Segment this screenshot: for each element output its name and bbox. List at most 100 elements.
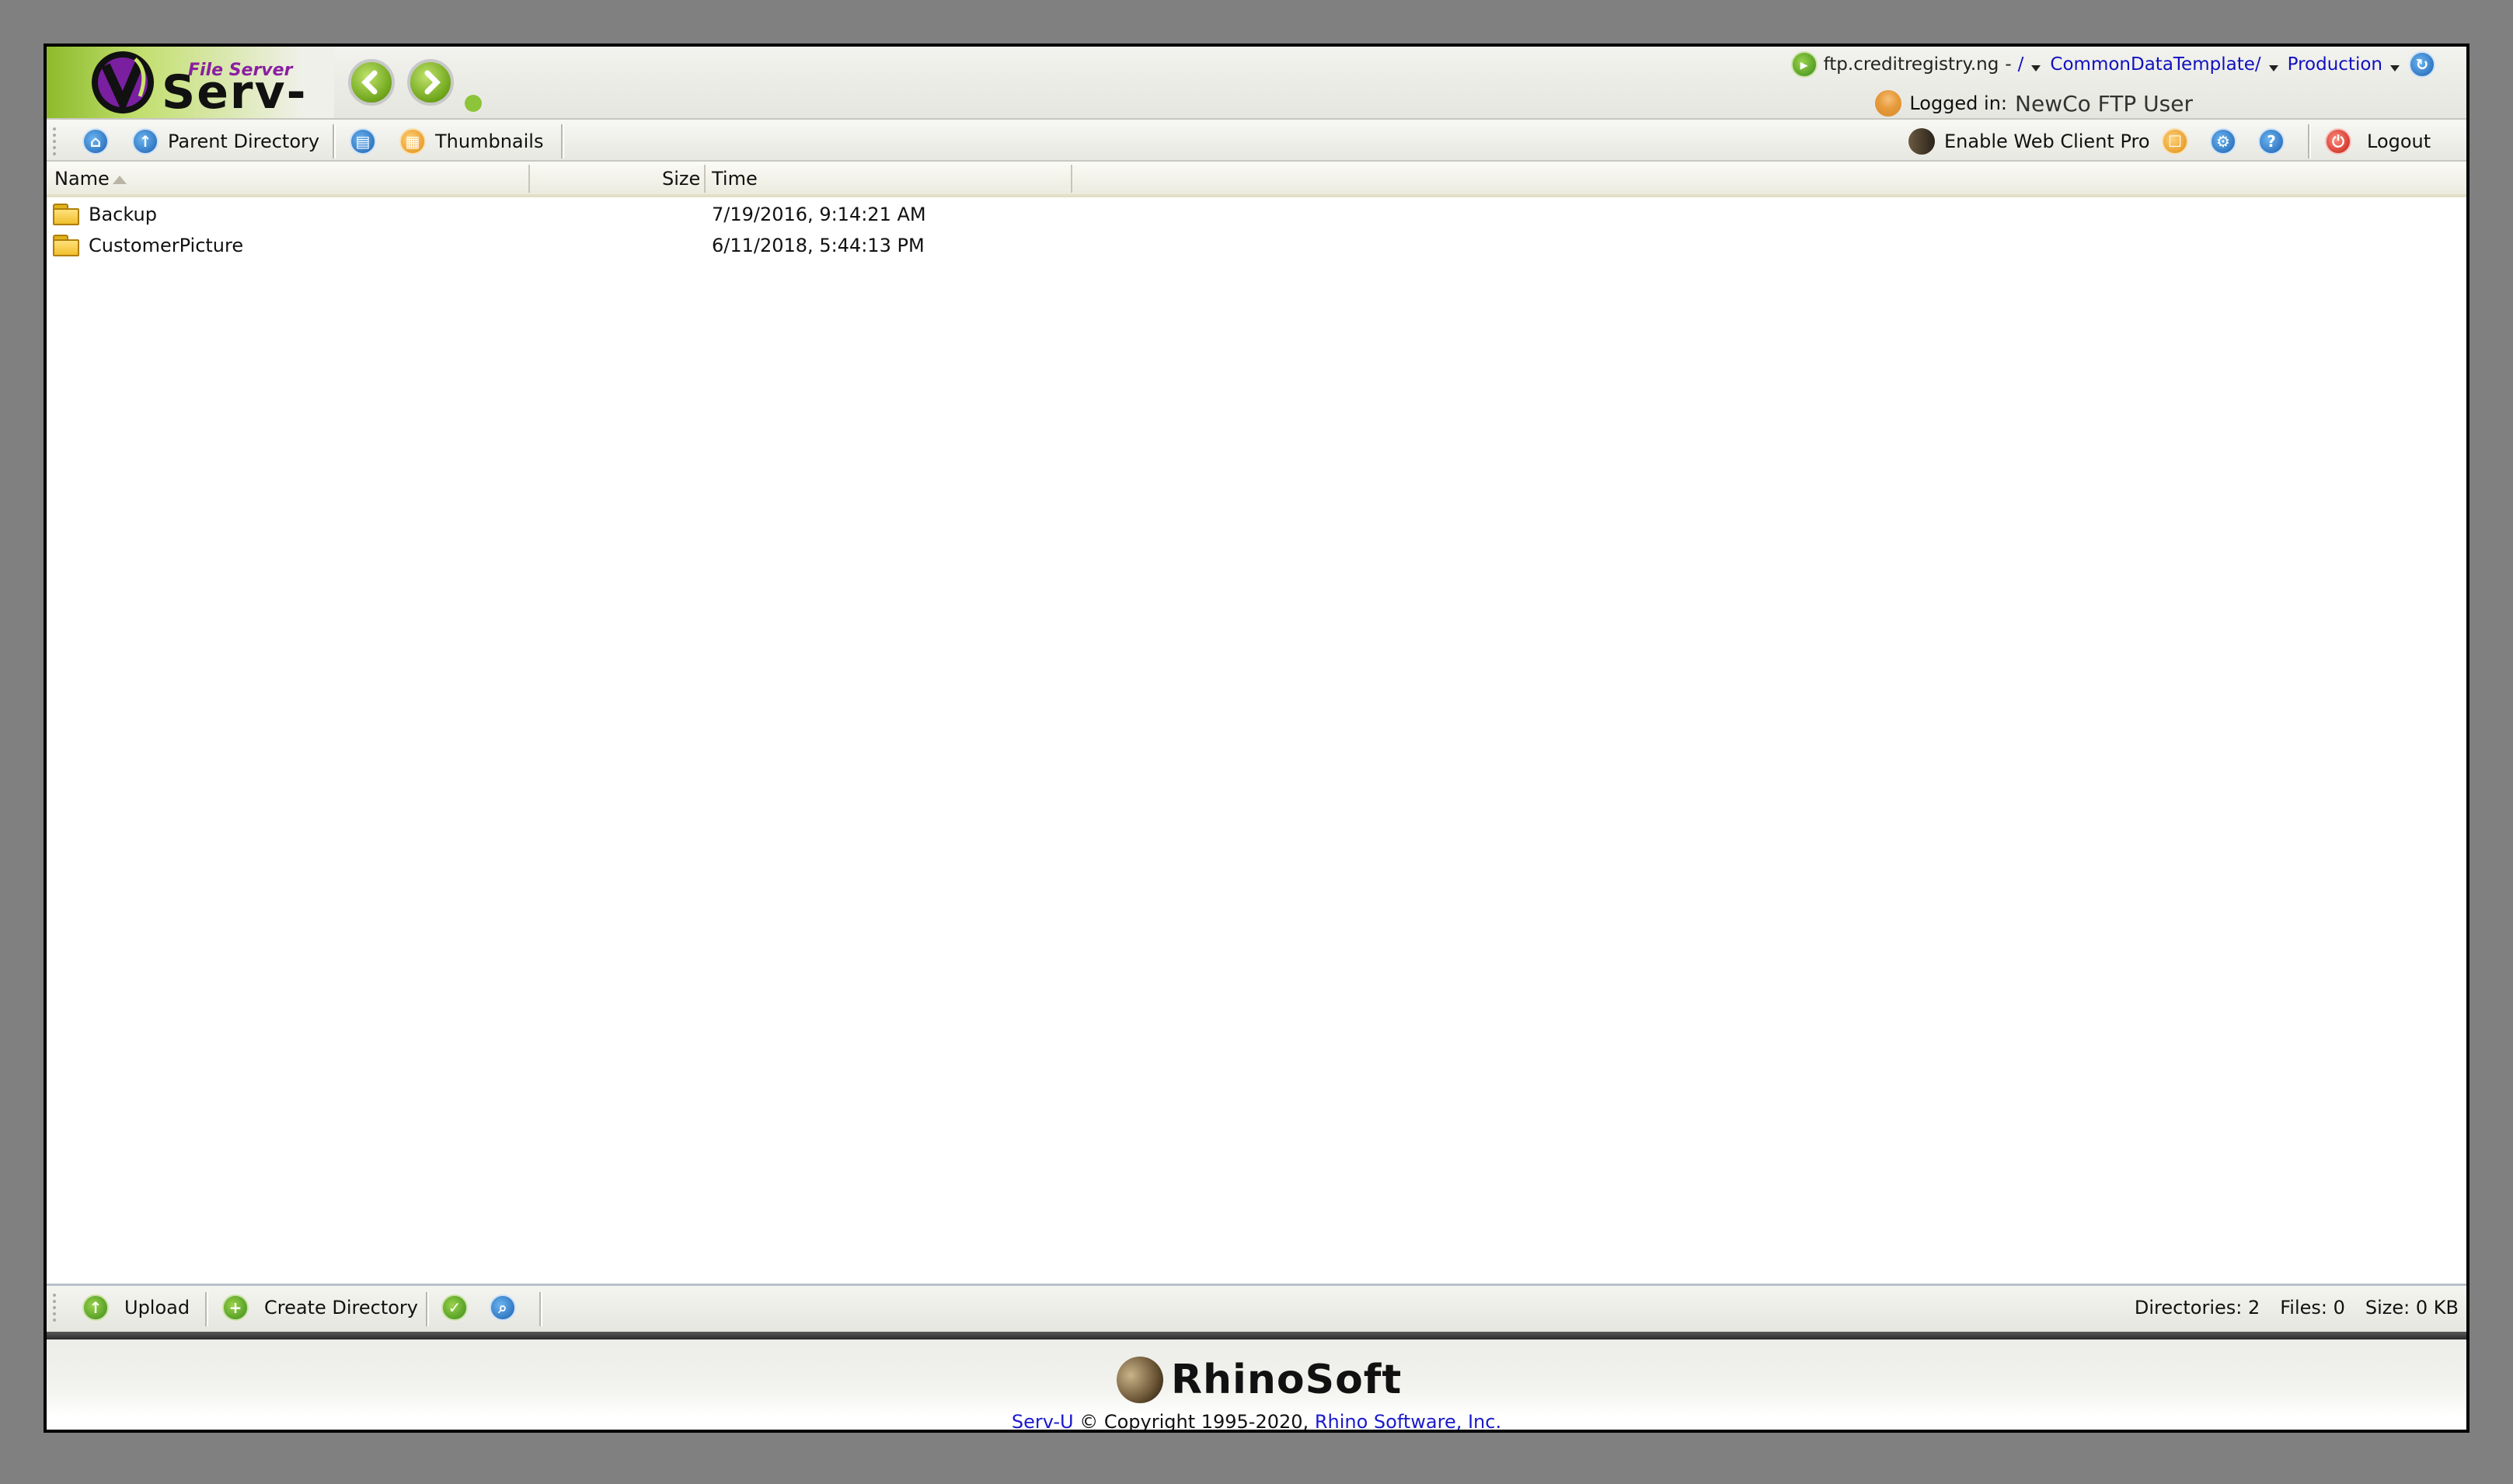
file-name[interactable]: Backup <box>89 204 157 225</box>
column-time-header[interactable]: Time <box>712 168 758 190</box>
path-breadcrumb: ▸ ftp.creditregistry.ng - / CommonDataTe… <box>1790 51 2435 78</box>
bottom-toolbar: ↑ Upload + Create Directory ✓ ⌕ Director… <box>47 1284 2466 1332</box>
copyright: Serv-U © Copyright 1995-2020, Rhino Soft… <box>47 1411 2466 1433</box>
column-size-label: Size <box>662 168 701 190</box>
folder-icon <box>53 204 81 225</box>
header: File Server Serv-U ▸ ftp.creditregistry.… <box>47 47 2466 174</box>
serv-u-link[interactable]: Serv-U <box>1012 1411 1074 1430</box>
home-button[interactable]: ⌂ <box>82 126 109 157</box>
search-icon: ⌕ <box>490 1294 516 1321</box>
file-list-header: Name Size Time <box>47 162 2466 197</box>
preferences-button[interactable]: ☐ <box>2162 126 2188 157</box>
toolbar-divider <box>426 1292 429 1326</box>
column-resizer[interactable] <box>704 165 706 193</box>
files-count: Files: 0 <box>2280 1297 2345 1319</box>
sort-ascending-icon <box>112 175 127 184</box>
create-directory-icon: + <box>222 1294 249 1321</box>
parent-directory-button[interactable]: ↑ Parent Directory <box>132 126 319 157</box>
logged-in-user: NewCo FTP User <box>2015 90 2193 117</box>
refresh-icon[interactable]: ↻ <box>2409 51 2435 78</box>
path-folder-link[interactable]: CommonDataTemplate/ <box>2050 54 2260 75</box>
chevron-down-icon[interactable] <box>2268 65 2278 71</box>
file-time: 6/11/2018, 5:44:13 PM <box>712 235 925 256</box>
select-icon: ✓ <box>441 1294 468 1321</box>
path-separator: - <box>2005 54 2012 75</box>
column-resizer[interactable] <box>528 165 530 193</box>
enable-web-client-pro-label: Enable Web Client Pro <box>1944 131 2150 152</box>
thumbnails-icon: ▦ <box>399 128 426 155</box>
divider <box>47 1332 2466 1339</box>
copyright-text: © Copyright 1995-2020, <box>1079 1411 1309 1433</box>
logout-label: Logout <box>2367 131 2431 152</box>
total-size: Size: 0 KB <box>2365 1297 2459 1319</box>
toolbar-grip[interactable] <box>53 127 59 155</box>
folder-icon <box>53 235 81 256</box>
toolbar-divider <box>205 1292 208 1326</box>
create-directory-button[interactable]: + Create Directory <box>222 1292 418 1323</box>
toolbar-divider <box>333 124 336 159</box>
arrow-left-icon <box>361 70 378 95</box>
preferences-icon: ☐ <box>2162 128 2188 155</box>
enable-web-client-pro-button[interactable]: Enable Web Client Pro <box>1908 126 2150 157</box>
settings-button[interactable]: ⚙ <box>2210 126 2236 157</box>
rhinosoft-brand: RhinoSoft <box>1171 1357 1403 1403</box>
session-info: ▸ ftp.creditregistry.ng - / CommonDataTe… <box>1658 51 2435 117</box>
rhinosoft-logo: RhinoSoft <box>1117 1357 1402 1403</box>
server-host: ftp.creditregistry.ng <box>1823 54 1999 75</box>
view-mode-icon: ▤ <box>350 128 376 155</box>
gear-icon: ⚙ <box>2210 128 2236 155</box>
column-name-header[interactable]: Name <box>54 168 127 190</box>
login-status: Logged in: NewCo FTP User <box>1875 90 2193 117</box>
directories-count: Directories: 2 <box>2134 1297 2260 1319</box>
column-size-header[interactable]: Size <box>662 168 700 190</box>
rhinosoft-logo-icon <box>1117 1357 1163 1403</box>
back-button[interactable] <box>348 59 395 106</box>
status-bar: Directories: 2 Files: 0 Size: 0 KB <box>2135 1297 2459 1319</box>
column-name-label: Name <box>54 168 110 190</box>
toolbar-divider <box>539 1292 542 1326</box>
column-resizer[interactable] <box>1071 165 1072 193</box>
create-directory-label: Create Directory <box>264 1297 418 1319</box>
rhinosoft-icon <box>1908 128 1935 155</box>
search-button[interactable]: ⌕ <box>490 1292 516 1323</box>
file-name[interactable]: CustomerPicture <box>89 235 243 256</box>
web-client-window: File Server Serv-U ▸ ftp.creditregistry.… <box>44 44 2469 1433</box>
chevron-down-icon[interactable] <box>2390 65 2400 71</box>
list-item[interactable]: CustomerPicture 6/11/2018, 5:44:13 PM <box>47 230 2466 261</box>
footer: RhinoSoft Serv-U © Copyright 1995-2020, … <box>47 1339 2466 1433</box>
thumbnails-button[interactable]: ▦ Thumbnails <box>399 126 543 157</box>
help-icon: ? <box>2258 128 2285 155</box>
history-dropdown-icon[interactable] <box>465 95 482 112</box>
select-all-button[interactable]: ✓ <box>441 1292 468 1323</box>
serv-u-logo-icon <box>92 51 154 114</box>
column-time-label: Time <box>712 168 758 190</box>
view-button[interactable]: ▤ <box>350 126 376 157</box>
upload-label: Upload <box>124 1297 190 1319</box>
toolbar-grip[interactable] <box>53 1294 59 1322</box>
toolbar-divider <box>561 124 564 159</box>
serv-u-logo: File Server Serv-U <box>47 47 334 174</box>
parent-directory-icon: ↑ <box>132 128 159 155</box>
user-icon <box>1875 90 1902 117</box>
rhino-software-link[interactable]: Rhino Software, Inc. <box>1315 1411 1501 1430</box>
home-icon: ⌂ <box>82 128 109 155</box>
list-item[interactable]: Backup 7/19/2016, 9:14:21 AM <box>47 199 2466 230</box>
forward-button[interactable] <box>407 59 454 106</box>
logged-in-label: Logged in: <box>1909 92 2008 114</box>
file-list: Backup 7/19/2016, 9:14:21 AM CustomerPic… <box>47 199 2466 1284</box>
server-icon: ▸ <box>1790 51 1818 78</box>
toolbar-divider <box>2308 124 2311 159</box>
thumbnails-label: Thumbnails <box>435 131 544 152</box>
upload-icon: ↑ <box>82 1294 109 1321</box>
logout-button[interactable]: ⏻ Logout <box>2325 126 2431 157</box>
help-button[interactable]: ? <box>2258 126 2285 157</box>
path-root-link[interactable]: / <box>2018 54 2024 75</box>
arrow-right-icon <box>424 70 441 95</box>
main-toolbar: ⌂ ↑ Parent Directory ▤ ▦ Thumbnails Enab… <box>47 118 2466 162</box>
file-time: 7/19/2016, 9:14:21 AM <box>712 204 926 225</box>
chevron-down-icon[interactable] <box>2031 65 2041 71</box>
path-current-link[interactable]: Production <box>2288 54 2382 75</box>
upload-button[interactable]: ↑ Upload <box>82 1292 190 1323</box>
power-icon: ⏻ <box>2325 128 2351 155</box>
parent-directory-label: Parent Directory <box>168 131 320 152</box>
